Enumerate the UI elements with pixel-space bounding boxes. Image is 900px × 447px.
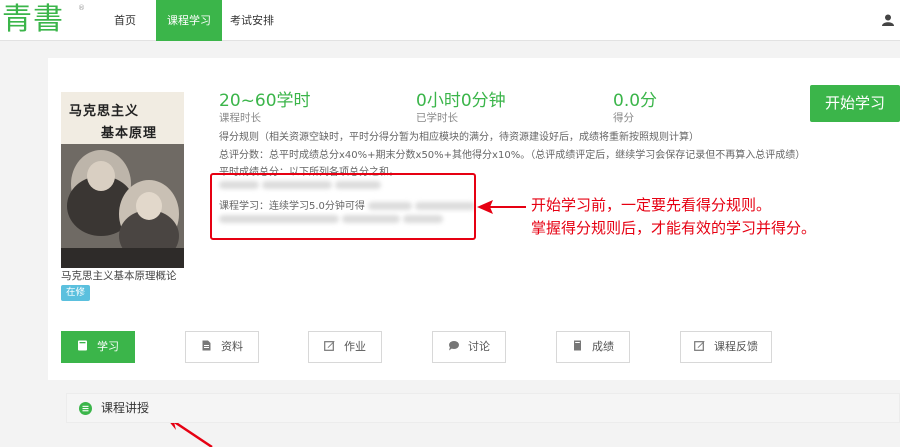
grade-icon [574,340,581,351]
tab-homework[interactable]: 作业 [308,331,382,363]
brand-logo[interactable]: 青書 [2,3,64,37]
tab-study-label: 学习 [97,340,119,353]
total-score-formula: 总评分数：总平时成绩总分x40%+期末分数x50%+其他得分x10%。（总评成绩… [219,150,806,161]
scoring-rules-line: 得分规则（相关资源空缺时，平时分得分暂为相应模块的满分，待资源建设好后，成绩将重… [219,132,699,143]
course-cover[interactable]: 马克思主义 基本原理 [61,92,184,268]
course-duration-value: 20~60学时 [219,91,311,111]
tab-materials-label: 资料 [221,340,243,353]
tab-discussion[interactable]: 讨论 [432,331,506,363]
user-icon[interactable] [882,14,894,26]
rules-highlight-box [210,173,476,240]
document-icon [202,340,211,351]
start-learning-button[interactable]: 开始学习 [810,85,900,122]
course-duration-label: 课程时长 [219,112,261,124]
course-name[interactable]: 马克思主义基本原理概论 [61,268,177,283]
feedback-icon [694,341,705,351]
tab-course-feedback-label: 课程反馈 [714,340,758,353]
tab-discussion-label: 讨论 [468,340,490,353]
tab-homework-label: 作业 [344,340,366,353]
tab-grades-label: 成绩 [592,340,614,353]
section-title: 课程讲授 [101,401,150,415]
annotation-line-2: 掌握得分规则后，才能有效的学习并得分。 [531,219,817,237]
registered-mark: ® [78,4,85,12]
tab-grades[interactable]: 成绩 [556,331,630,363]
cover-title-line2: 基本原理 [101,126,158,141]
nav-exam-schedule[interactable]: 考试安排 [222,0,282,41]
score-label: 得分 [613,112,634,124]
nav-home[interactable]: 首页 [104,0,146,41]
studied-time-value: 0小时0分钟 [416,91,506,111]
cover-portrait-image [61,144,184,268]
top-navbar: 青書 ® 首页 课程学习 考试安排 [0,0,900,41]
edit-icon [324,341,335,351]
list-icon [79,402,92,415]
cover-title-line1: 马克思主义 [69,104,140,119]
status-badge: 在修 [61,285,90,301]
nav-course-study[interactable]: 课程学习 [156,0,222,41]
book-icon [78,340,87,351]
section-lecture-bar[interactable]: 课程讲授 [66,393,900,423]
chat-icon [449,341,459,351]
tab-course-feedback[interactable]: 课程反馈 [680,331,772,363]
tab-materials[interactable]: 资料 [185,331,259,363]
tab-study[interactable]: 学习 [61,331,135,363]
annotation-line-1: 开始学习前，一定要先看得分规则。 [531,196,772,214]
studied-time-label: 已学时长 [416,112,458,124]
score-value: 0.0分 [613,91,658,111]
